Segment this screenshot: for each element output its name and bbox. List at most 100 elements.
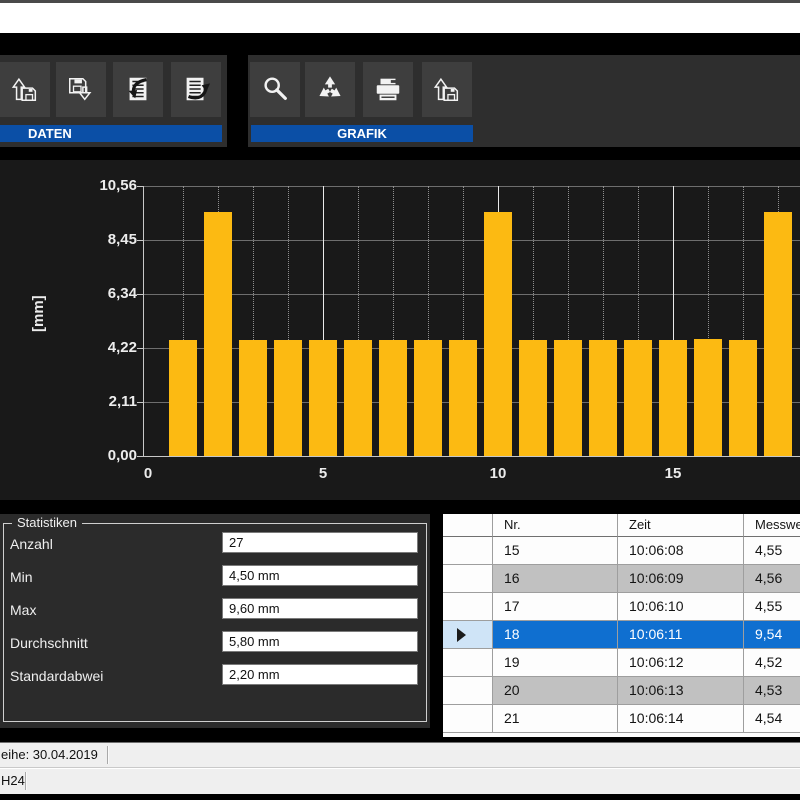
y-axis-tick-label: 4,22 <box>67 339 137 356</box>
table-cell[interactable]: 4,54 <box>744 705 800 733</box>
save-data-button[interactable] <box>56 62 106 117</box>
table-row[interactable]: 2010:06:134,53 <box>443 677 800 705</box>
chart-bar[interactable] <box>764 212 792 456</box>
h-gridline <box>143 294 800 295</box>
chart-bar[interactable] <box>449 340 477 456</box>
chart-bar[interactable] <box>309 340 337 456</box>
document-arrow-out-icon <box>181 74 211 104</box>
min-label: Min <box>10 569 33 585</box>
chart-bar[interactable] <box>169 340 197 456</box>
table-header-row: Nr.ZeitMesswert <box>443 514 800 537</box>
row-selector-cell[interactable] <box>443 593 493 621</box>
status-separator <box>25 772 27 790</box>
y-axis-tick-label: 0,00 <box>67 447 137 464</box>
import-document-button[interactable] <box>113 62 163 117</box>
row-selector-cell[interactable] <box>443 537 493 565</box>
table-header-cell[interactable]: Messwert <box>744 514 800 537</box>
row-selector-cell[interactable] <box>443 621 493 649</box>
chart-bar[interactable] <box>484 212 512 456</box>
table-cell[interactable]: 16 <box>493 565 618 593</box>
chart-bar[interactable] <box>414 340 442 456</box>
table-header-cell[interactable]: Zeit <box>618 514 744 537</box>
grafik-label-text: GRAFIK <box>337 126 387 141</box>
table-cell[interactable]: 10:06:13 <box>618 677 744 705</box>
row-selector-cell[interactable] <box>443 649 493 677</box>
table-cell[interactable]: 20 <box>493 677 618 705</box>
table-cell[interactable]: 19 <box>493 649 618 677</box>
measurement-table[interactable]: Nr.ZeitMesswert1510:06:084,551610:06:094… <box>443 514 800 737</box>
daten-group-label: DATEN <box>0 125 222 142</box>
max-field[interactable]: 9,60 mm <box>222 598 418 619</box>
chart-bar[interactable] <box>519 340 547 456</box>
table-row[interactable]: 1610:06:094,56 <box>443 565 800 593</box>
chart-bar[interactable] <box>379 340 407 456</box>
table-row[interactable]: 1510:06:084,55 <box>443 537 800 565</box>
status-separator <box>107 746 109 764</box>
row-selector-cell[interactable] <box>443 565 493 593</box>
chart-bar[interactable] <box>274 340 302 456</box>
table-row[interactable]: 1810:06:119,54 <box>443 621 800 649</box>
max-label: Max <box>10 602 36 618</box>
save-graphic-button[interactable] <box>422 62 472 117</box>
table-cell[interactable]: 4,53 <box>744 677 800 705</box>
x-axis-tick-label: 15 <box>651 465 695 482</box>
chart-bar[interactable] <box>239 340 267 456</box>
table-cell[interactable]: 10:06:14 <box>618 705 744 733</box>
durchschnitt-field[interactable]: 5,80 mm <box>222 631 418 652</box>
export-document-button[interactable] <box>171 62 221 117</box>
x-axis-tick-label: 0 <box>126 465 170 482</box>
table-cell[interactable]: 17 <box>493 593 618 621</box>
table-cell[interactable]: 4,55 <box>744 537 800 565</box>
min-field[interactable]: 4,50 mm <box>222 565 418 586</box>
x-axis-tick-label: 5 <box>301 465 345 482</box>
table-cell[interactable]: 15 <box>493 537 618 565</box>
anzahl-field[interactable]: 27 <box>222 532 418 553</box>
table-header-cell[interactable] <box>443 514 493 537</box>
table-header-cell[interactable]: Nr. <box>493 514 618 537</box>
series-date-status: eihe: 30.04.2019 <box>1 747 98 762</box>
table-row[interactable]: 2110:06:144,54 <box>443 705 800 733</box>
table-cell[interactable]: 9,54 <box>744 621 800 649</box>
chart-bar[interactable] <box>624 340 652 456</box>
menu-band <box>0 33 800 55</box>
status-bar-2: H24 <box>0 768 800 794</box>
refresh-button[interactable] <box>305 62 355 117</box>
chart-bar[interactable] <box>204 212 232 456</box>
zoom-button[interactable] <box>250 62 300 117</box>
toolbar: DATEN <box>0 55 800 147</box>
table-row[interactable]: 1910:06:124,52 <box>443 649 800 677</box>
y-axis-line <box>143 186 144 456</box>
table-cell[interactable]: 10:06:12 <box>618 649 744 677</box>
row-selector-cell[interactable] <box>443 705 493 733</box>
table-cell[interactable]: 4,55 <box>744 593 800 621</box>
table-cell[interactable]: 10:06:10 <box>618 593 744 621</box>
h-gridline <box>143 186 800 187</box>
daten-label-text: DATEN <box>0 126 72 141</box>
table-cell[interactable]: 4,56 <box>744 565 800 593</box>
load-data-button[interactable] <box>0 62 50 117</box>
window-titlebar <box>0 3 800 33</box>
table-cell[interactable]: 4,52 <box>744 649 800 677</box>
table-cell[interactable]: 18 <box>493 621 618 649</box>
chart-bar[interactable] <box>659 340 687 456</box>
chart-bar[interactable] <box>694 339 722 456</box>
toolbar-group-grafik: GRAFIK <box>248 55 800 147</box>
print-button[interactable] <box>363 62 413 117</box>
table-cell[interactable]: 10:06:09 <box>618 565 744 593</box>
statistics-panel: Statistiken Anzahl Min Max Durchschnitt … <box>0 514 430 728</box>
row-selector-cell[interactable] <box>443 677 493 705</box>
chart-bar[interactable] <box>589 340 617 456</box>
table-cell[interactable]: 10:06:11 <box>618 621 744 649</box>
chart-bar[interactable] <box>554 340 582 456</box>
chart-bar[interactable] <box>344 340 372 456</box>
document-arrow-in-icon <box>123 74 153 104</box>
recycle-icon <box>315 74 345 104</box>
y-axis-tick-label: 6,34 <box>67 285 137 302</box>
standardabw-field[interactable]: 2,20 mm <box>222 664 418 685</box>
measurement-bar-chart[interactable]: [mm] 0,002,114,226,348,4510,56051015 <box>0 160 800 500</box>
table-cell[interactable]: 10:06:08 <box>618 537 744 565</box>
table-cell[interactable]: 21 <box>493 705 618 733</box>
chart-bar[interactable] <box>729 340 757 456</box>
current-row-arrow-icon <box>457 628 466 642</box>
table-row[interactable]: 1710:06:104,55 <box>443 593 800 621</box>
